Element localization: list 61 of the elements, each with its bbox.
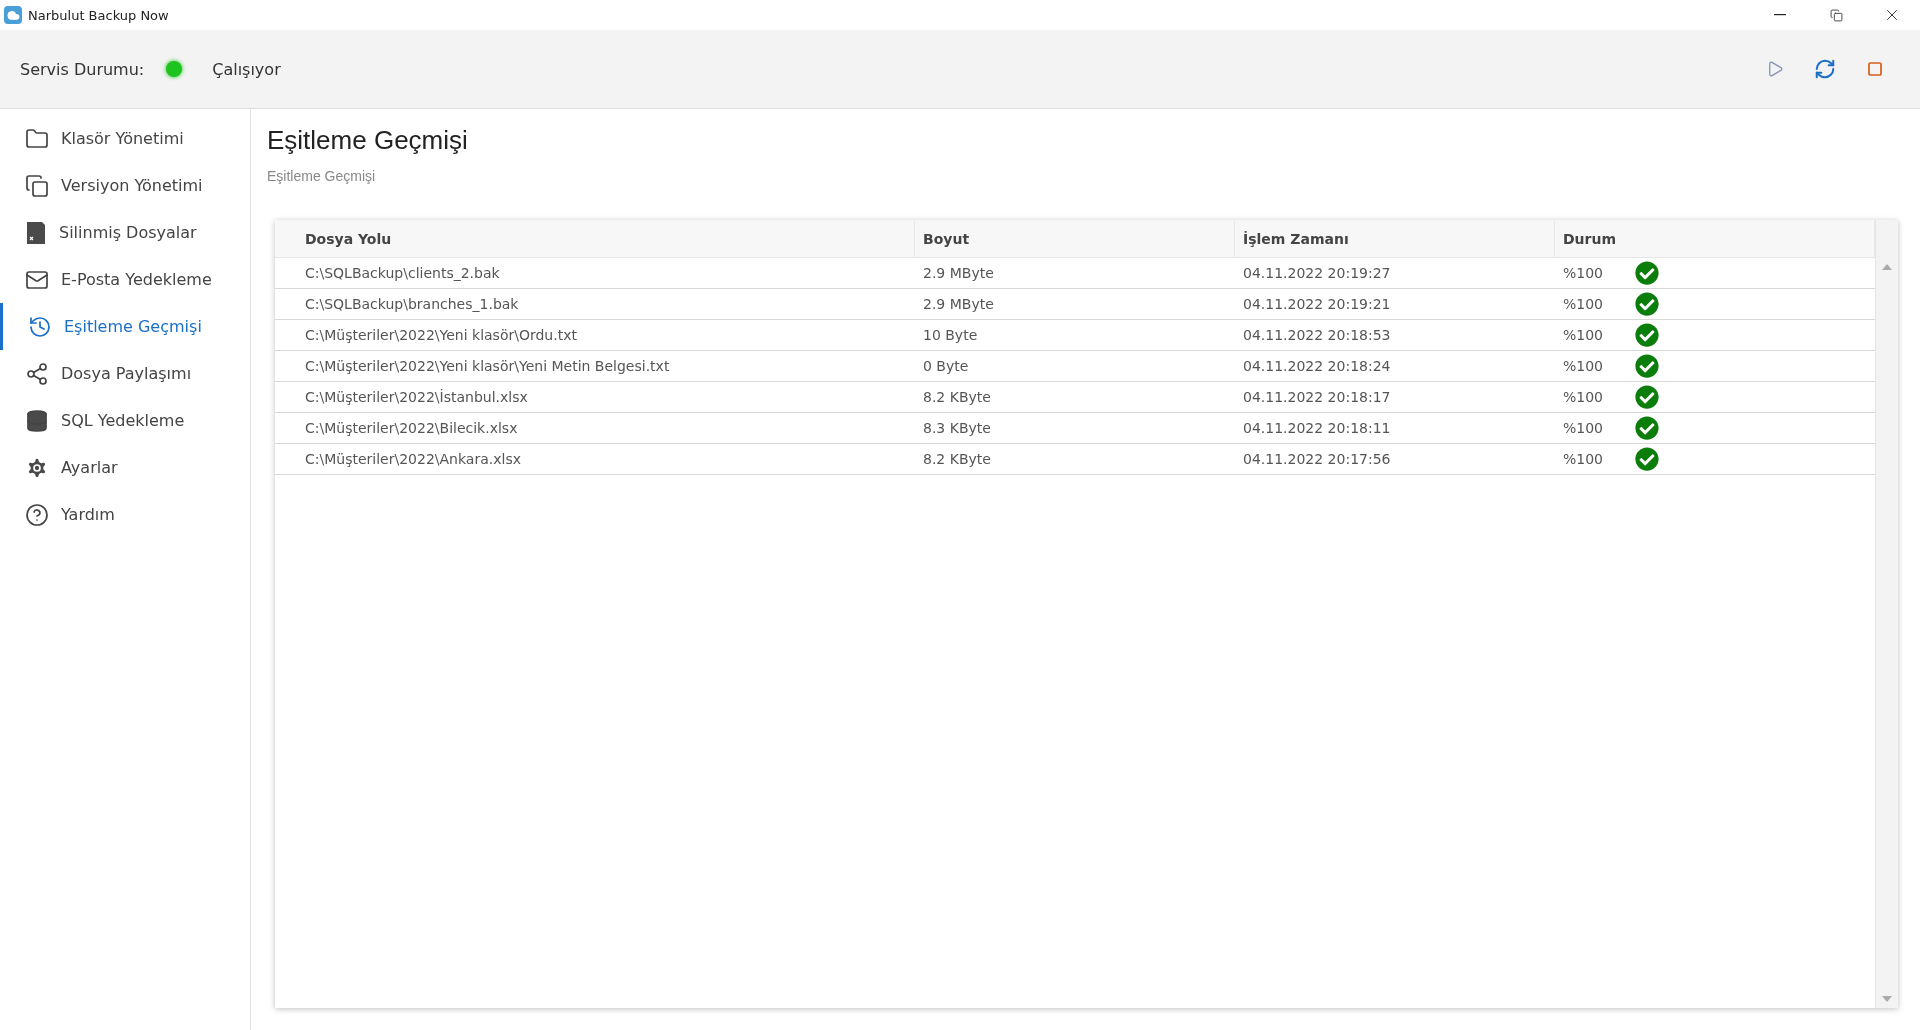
service-status-label: Servis Durumu: xyxy=(20,59,145,79)
sidebar-item[interactable]: E-Posta Yedekleme xyxy=(0,256,250,303)
page-subtitle: Eşitleme Geçmişi xyxy=(267,168,377,184)
sidebar-item[interactable]: SQL Yedekleme xyxy=(0,397,250,444)
table-cell-text: 2.9 MByte xyxy=(922,264,995,283)
deleted-file-icon xyxy=(25,220,47,245)
scroll-up-icon[interactable] xyxy=(1882,264,1892,270)
sidebar-item[interactable]: Klasör Yönetimi xyxy=(0,115,250,162)
sidebar-item[interactable]: Dosya Paylaşımı xyxy=(0,350,250,397)
progress-text: %100 xyxy=(1563,358,1604,374)
progress-text: %100 xyxy=(1563,451,1604,467)
sidebar-item[interactable]: Silinmiş Dosyalar xyxy=(0,209,250,256)
table-cell-text: 2.9 MByte xyxy=(922,295,995,314)
table-cell-text: 04.11.2022 20:18:17 xyxy=(1242,388,1392,407)
database-icon xyxy=(25,408,49,433)
copy-icon xyxy=(25,173,49,198)
table-cell-text: C:\Müşteriler\2022\Bilecik.xlsx xyxy=(304,419,519,438)
table-cell-text: 04.11.2022 20:19:21 xyxy=(1242,295,1392,314)
minimize-icon xyxy=(1774,14,1786,16)
sidebar-item[interactable]: Yardım xyxy=(0,491,250,538)
table-cell-text: 04.11.2022 20:18:53 xyxy=(1242,326,1392,345)
history-icon xyxy=(28,314,52,339)
sidebar-item[interactable]: Versiyon Yönetimi xyxy=(0,162,250,209)
service-status-text: Çalışıyor xyxy=(212,59,281,79)
table-cell-text: C:\Müşteriler\2022\Ankara.xlsx xyxy=(304,450,522,469)
table-cell-text: C:\Müşteriler\2022\Yeni klasör\Yeni Metin Belgesi.txt xyxy=(304,357,671,376)
column-header[interactable]: Boyut xyxy=(915,220,1235,257)
table-cell-text: 04.11.2022 20:17:56 xyxy=(1242,450,1392,469)
table-cell-text: 8.2 KByte xyxy=(922,388,992,407)
table-cell-text: 10 Byte xyxy=(922,326,979,345)
stop-icon xyxy=(1867,61,1883,77)
table-cell-text: C:\Müşteriler\2022\İstanbul.xlsx xyxy=(304,388,529,407)
table-cell-text: 0 Byte xyxy=(922,357,970,376)
play-icon xyxy=(1766,60,1784,78)
progress-text: %100 xyxy=(1563,327,1604,343)
table-cell-text: 04.11.2022 20:19:27 xyxy=(1242,264,1392,283)
window-title: Narbulut Backup Now xyxy=(28,7,170,23)
page-title: Eşitleme Geçmişi xyxy=(267,125,469,156)
share-icon xyxy=(25,361,49,386)
restore-icon xyxy=(1829,8,1843,22)
progress-text: %100 xyxy=(1563,389,1604,405)
sidebar-item[interactable]: Eşitleme Geçmişi xyxy=(0,303,250,350)
table-cell-text: 8.2 KByte xyxy=(922,450,992,469)
table-cell-text: 8.3 KByte xyxy=(922,419,992,438)
scroll-down-icon[interactable] xyxy=(1882,996,1892,1002)
table-cell-text: C:\SQLBackup\branches_1.bak xyxy=(304,295,520,314)
column-header[interactable]: Dosya Yolu xyxy=(275,220,915,257)
settings-icon xyxy=(25,455,49,480)
progress-text: %100 xyxy=(1563,420,1604,436)
refresh-icon xyxy=(1814,58,1836,80)
table-cell-text: C:\SQLBackup\clients_2.bak xyxy=(304,264,501,283)
progress-text: %100 xyxy=(1563,296,1604,312)
app-logo-icon xyxy=(4,6,22,24)
table-cell-text: 04.11.2022 20:18:24 xyxy=(1242,357,1392,376)
table-cell-text: C:\Müşteriler\2022\Yeni klasör\Ordu.txt xyxy=(304,326,578,345)
progress-text: %100 xyxy=(1563,265,1604,281)
table-cell-text: 04.11.2022 20:18:11 xyxy=(1242,419,1392,438)
folder-icon xyxy=(25,126,49,151)
help-icon xyxy=(25,502,49,527)
column-header[interactable]: İşlem Zamanı xyxy=(1235,220,1555,257)
sidebar-item[interactable]: Ayarlar xyxy=(0,444,250,491)
